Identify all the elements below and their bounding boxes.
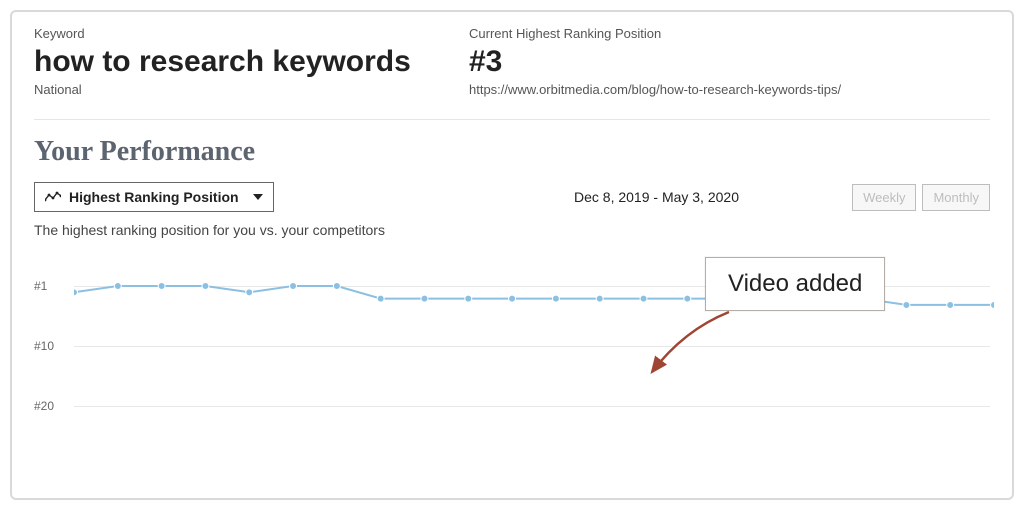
period-buttons: Weekly Monthly — [852, 184, 990, 211]
section-title: Your Performance — [34, 136, 990, 168]
rank-block: Current Highest Ranking Position #3 http… — [469, 26, 841, 97]
keyword-label: Keyword — [34, 26, 429, 41]
keyword-value: how to research keywords — [34, 45, 429, 78]
date-range[interactable]: Dec 8, 2019 - May 3, 2020 — [574, 189, 739, 205]
chevron-down-icon — [253, 194, 263, 200]
metric-dropdown[interactable]: Highest Ranking Position — [34, 182, 274, 212]
rank-url: https://www.orbitmedia.com/blog/how-to-r… — [469, 82, 841, 97]
y-tick-10: #10 — [34, 339, 54, 353]
period-weekly-button[interactable]: Weekly — [852, 184, 916, 211]
controls-row: Highest Ranking Position Dec 8, 2019 - M… — [34, 182, 990, 212]
y-tick-1: #1 — [34, 279, 47, 293]
line-chart-icon — [45, 191, 61, 203]
keyword-block: Keyword how to research keywords Nationa… — [34, 26, 429, 97]
annotation-arrow-icon — [644, 310, 734, 390]
annotation-text: Video added — [728, 270, 862, 297]
period-monthly-button[interactable]: Monthly — [922, 184, 990, 211]
metric-dropdown-label: Highest Ranking Position — [69, 189, 239, 205]
annotation-callout: Video added — [705, 257, 885, 311]
header: Keyword how to research keywords Nationa… — [34, 26, 990, 97]
rank-label: Current Highest Ranking Position — [469, 26, 841, 41]
keyword-scope: National — [34, 82, 429, 97]
chart-subtitle: The highest ranking position for you vs.… — [34, 222, 990, 238]
rank-value: #3 — [469, 45, 841, 78]
divider — [34, 119, 990, 120]
y-tick-20: #20 — [34, 399, 54, 413]
dashboard-panel: Keyword how to research keywords Nationa… — [10, 10, 1014, 500]
